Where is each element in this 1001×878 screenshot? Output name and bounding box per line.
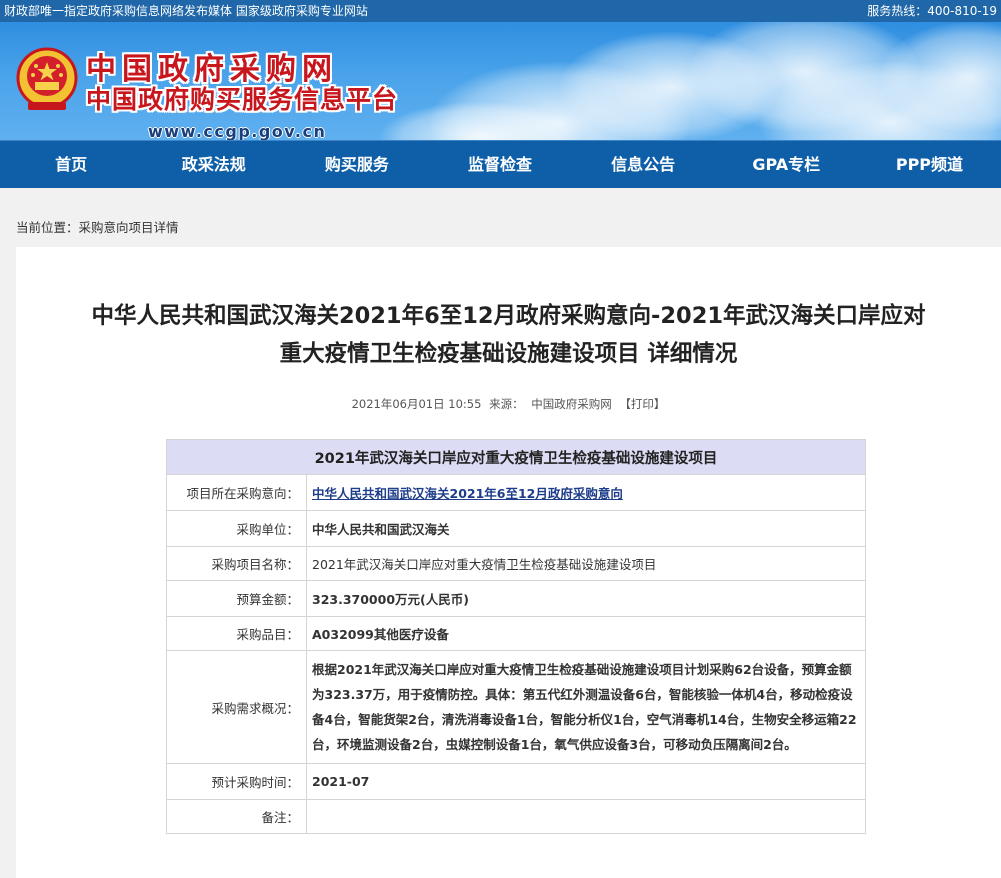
nav-supervision[interactable]: 监督检查 (428, 141, 571, 189)
breadcrumb: 当前位置：采购意向项目详情 (16, 220, 179, 235)
nav-home[interactable]: 首页 (0, 141, 142, 189)
main-nav: 首页 政采法规 购买服务 监督检查 信息公告 GPA专栏 PPP频道 (0, 140, 1001, 188)
requirements-value: 根据2021年武汉海关口岸应对重大疫情卫生检疫基础设施建设项目计划采购62台设备… (306, 650, 866, 764)
print-link[interactable]: 【打印】 (619, 397, 665, 411)
intent-link[interactable]: 中华人民共和国武汉海关2021年6至12月政府采购意向 (312, 486, 623, 501)
nav-ppp[interactable]: PPP频道 (858, 141, 1001, 189)
budget-value: 323.370000万元(人民币) (306, 580, 866, 617)
article-meta: 2021年06月01日 10:55 来源： 中国政府采购网 【打印】 (16, 396, 1001, 412)
table-row: 采购单位： 中华人民共和国武汉海关 (166, 510, 866, 547)
table-row: 采购品目： A032099其他医疗设备 (166, 616, 866, 651)
site-banner: 中国政府采购网 中国政府购买服务信息平台 www.ccgp.gov.cn (0, 22, 1001, 140)
content-panel: 中华人民共和国武汉海关2021年6至12月政府采购意向-2021年武汉海关口岸应… (16, 247, 1001, 878)
source-name: 中国政府采购网 (531, 397, 612, 411)
row-label: 预计采购时间： (166, 763, 307, 800)
purchaser-value: 中华人民共和国武汉海关 (306, 510, 866, 547)
national-emblem-icon[interactable] (16, 44, 78, 114)
project-info-table: 2021年武汉海关口岸应对重大疫情卫生检疫基础设施建设项目 项目所在采购意向： … (166, 439, 866, 834)
table-row: 采购项目名称： 2021年武汉海关口岸应对重大疫情卫生检疫基础设施建设项目 (166, 546, 866, 581)
source-label: 来源： (489, 397, 524, 411)
project-name-value: 2021年武汉海关口岸应对重大疫情卫生检疫基础设施建设项目 (306, 546, 866, 581)
service-hotline: 服务热线：400-810-19 (867, 4, 997, 18)
table-header: 2021年武汉海关口岸应对重大疫情卫生检疫基础设施建设项目 (166, 439, 866, 475)
nav-purchase-services[interactable]: 购买服务 (285, 141, 428, 189)
remarks-value (306, 799, 866, 834)
table-row: 预计采购时间： 2021-07 (166, 763, 866, 800)
row-label: 备注： (166, 799, 307, 834)
row-label: 采购需求概况： (166, 650, 307, 764)
nav-gpa[interactable]: GPA专栏 (715, 141, 858, 189)
nav-regulations[interactable]: 政采法规 (142, 141, 285, 189)
row-label: 项目所在采购意向： (166, 474, 307, 511)
table-row: 备注： (166, 799, 866, 834)
publish-date: 2021年06月01日 10:55 (351, 397, 482, 411)
purchase-time-value: 2021-07 (306, 763, 866, 800)
site-logo-subtitle[interactable]: 中国政府购买服务信息平台 (86, 80, 398, 116)
nav-announcements[interactable]: 信息公告 (572, 141, 715, 189)
top-info-bar: 财政部唯一指定政府采购信息网络发布媒体 国家级政府采购专业网站 服务热线：400… (0, 0, 1001, 22)
row-label: 采购单位： (166, 510, 307, 547)
table-row: 预算金额： 323.370000万元(人民币) (166, 580, 866, 617)
page-title-line-2: 重大疫情卫生检疫基础设施建设项目 详细情况 (279, 341, 738, 367)
top-info-left: 财政部唯一指定政府采购信息网络发布媒体 国家级政府采购专业网站 (4, 4, 368, 18)
row-label: 预算金额： (166, 580, 307, 617)
site-logo-url: www.ccgp.gov.cn (148, 122, 327, 140)
category-value: A032099其他医疗设备 (306, 616, 866, 651)
table-row: 采购需求概况： 根据2021年武汉海关口岸应对重大疫情卫生检疫基础设施建设项目计… (166, 650, 866, 764)
row-label: 采购项目名称： (166, 546, 307, 581)
page-title: 中华人民共和国武汉海关2021年6至12月政府采购意向-2021年武汉海关口岸应… (16, 297, 1001, 373)
row-label: 采购品目： (166, 616, 307, 651)
page-title-line-1: 中华人民共和国武汉海关2021年6至12月政府采购意向-2021年武汉海关口岸应… (91, 303, 926, 329)
table-row: 项目所在采购意向： 中华人民共和国武汉海关2021年6至12月政府采购意向 (166, 474, 866, 511)
